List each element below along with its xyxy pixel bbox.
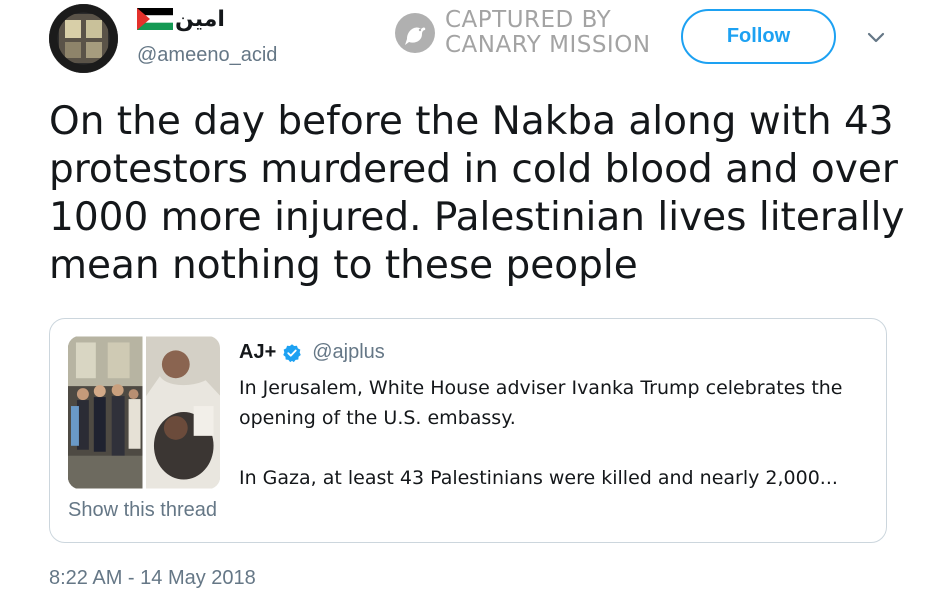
quoted-tweet-text: In Jerusalem, White House adviser Ivanka… <box>239 373 859 493</box>
follow-button[interactable]: Follow <box>681 9 836 64</box>
quoted-tweet-paragraph-1: In Jerusalem, White House adviser Ivanka… <box>239 377 843 429</box>
gaza-photo[interactable] <box>145 336 221 489</box>
tweet-timestamp[interactable]: 8:22 AM - 14 May 2018 <box>49 567 256 590</box>
verified-badge-icon <box>283 343 301 362</box>
author-handle[interactable]: @ameeno_acid <box>137 44 277 67</box>
quoted-tweet-card[interactable]: AJ+ @ajplus In Jerusalem, White House ad… <box>49 318 887 543</box>
quoted-author-handle[interactable]: @ajplus <box>312 341 385 364</box>
watermark-line-1: CAPTURED BY <box>445 7 612 33</box>
quoted-author-name[interactable]: AJ+ <box>239 341 276 364</box>
quoted-tweet-media[interactable] <box>68 336 220 489</box>
author-name-text: امين <box>175 6 225 31</box>
show-thread-link[interactable]: Show this thread <box>68 499 217 522</box>
author-avatar[interactable] <box>49 4 118 73</box>
author-display-name[interactable]: امين <box>137 6 225 32</box>
tweet-text: On the day before the Nakba along with 4… <box>49 99 905 288</box>
quoted-tweet-paragraph-2: In Gaza, at least 43 Palestinians were k… <box>239 467 838 489</box>
chevron-down-icon[interactable] <box>864 26 888 50</box>
embassy-photo[interactable] <box>68 336 143 489</box>
canary-bird-icon <box>395 13 435 53</box>
canary-mission-watermark: CAPTURED BY CANARY MISSION <box>393 8 651 58</box>
watermark-line-2: CANARY MISSION <box>445 32 651 58</box>
palestine-flag-icon <box>137 8 173 30</box>
